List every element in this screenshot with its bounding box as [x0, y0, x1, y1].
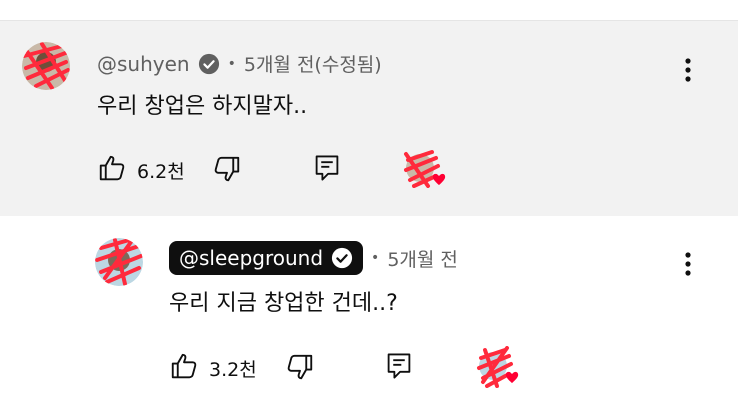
author-handle[interactable]: @suhyen — [97, 52, 190, 76]
comment-text: 우리 창업은 하지말자.. — [97, 94, 308, 119]
thumb-up-icon — [171, 353, 197, 379]
reply-header: @sleepground • 5개월 전 — [169, 241, 458, 275]
creator-heart-icon — [404, 150, 446, 188]
more-vert-icon — [685, 252, 691, 276]
reply-icon — [387, 353, 411, 379]
verified-check-icon — [331, 247, 353, 269]
reply-button[interactable] — [313, 153, 341, 183]
reply-text: 우리 지금 창업한 건데..? — [169, 291, 398, 316]
separator-dot: • — [227, 55, 236, 72]
thumb-down-icon — [214, 156, 240, 182]
reply-icon — [315, 155, 339, 181]
like-button[interactable] — [97, 153, 127, 183]
creator-heart-icon — [477, 346, 519, 388]
reply-author-handle: @sleepground — [179, 246, 324, 270]
commenter-avatar[interactable] — [22, 42, 70, 90]
creator-handle-badge[interactable]: @sleepground — [169, 241, 364, 275]
reply-dislike-button[interactable] — [285, 352, 315, 382]
verified-check-icon — [198, 53, 219, 74]
reply-like-button[interactable] — [169, 351, 199, 381]
reply-like-count: 3.2천 — [209, 359, 257, 381]
thumb-down-icon — [287, 354, 313, 380]
timestamp[interactable]: 5개월 전(수정됨) — [244, 50, 382, 77]
reply-timestamp[interactable]: 5개월 전 — [387, 245, 458, 272]
more-actions-button[interactable] — [678, 55, 698, 89]
comment-header: @suhyen • 5개월 전(수정됨) — [97, 50, 382, 77]
separator-dot: • — [371, 250, 380, 266]
dislike-button[interactable] — [212, 154, 242, 184]
reply-avatar[interactable] — [95, 238, 143, 286]
reply-more-actions-button[interactable] — [678, 249, 698, 283]
more-vert-icon — [685, 58, 691, 82]
reply-reply-button[interactable] — [385, 351, 413, 381]
creator-heart — [402, 148, 452, 188]
reply-creator-heart — [475, 346, 525, 388]
like-count: 6.2천 — [137, 161, 185, 183]
thumb-up-icon — [99, 155, 125, 181]
